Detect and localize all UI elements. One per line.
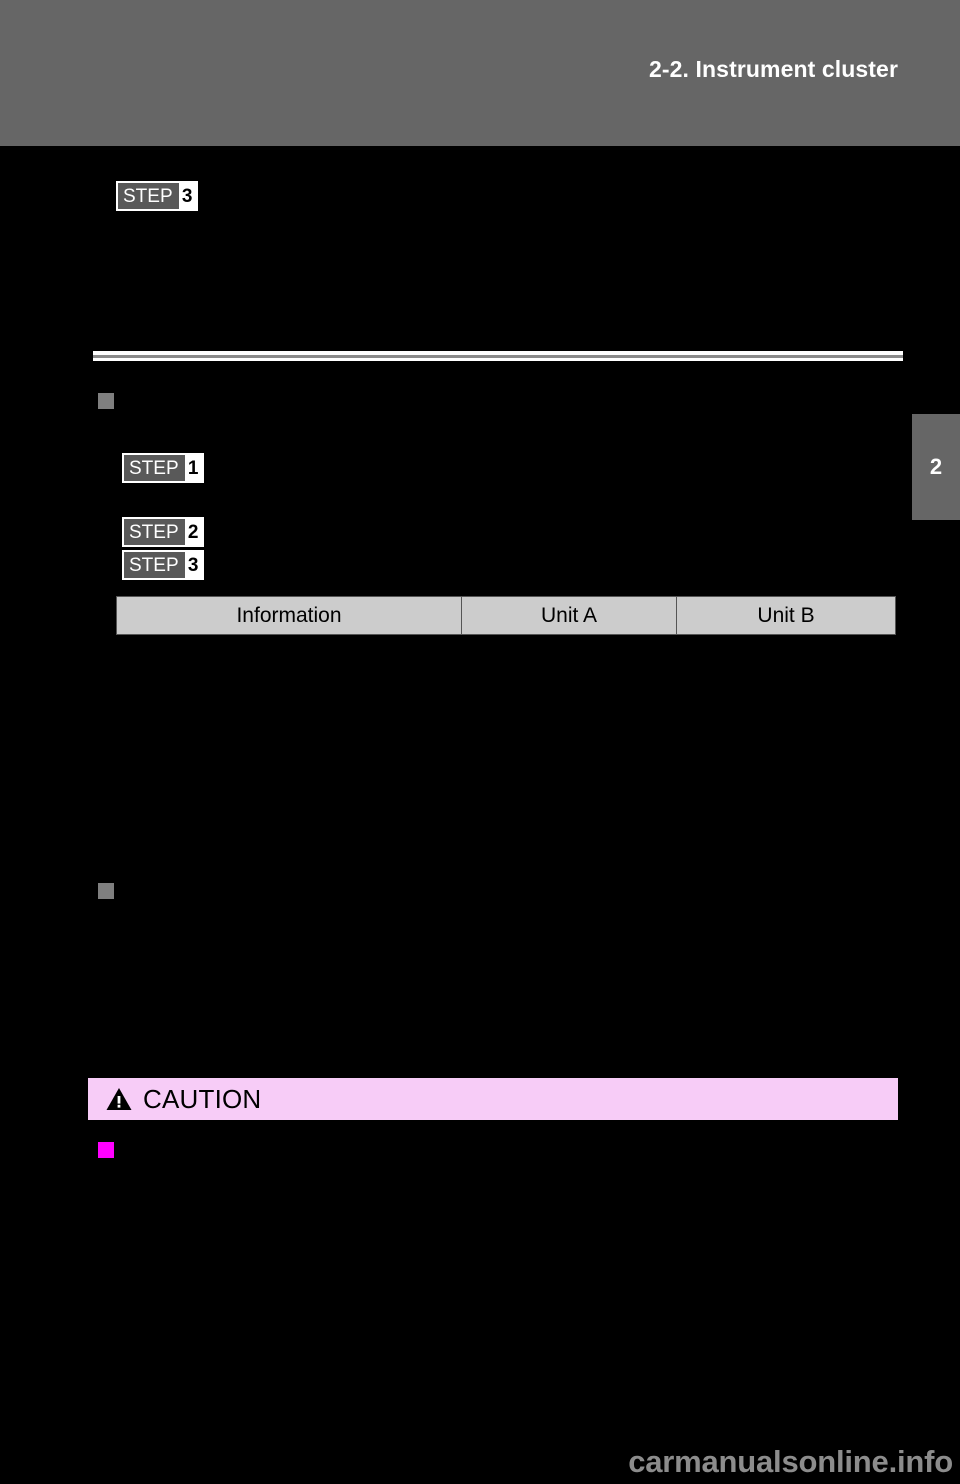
divider-line-bottom	[93, 358, 903, 361]
step-label: STEP	[124, 455, 185, 481]
site-watermark: carmanualsonline.info	[628, 1444, 953, 1479]
chapter-tab-number: 2	[929, 454, 943, 479]
page-title: 2-2. Instrument cluster	[649, 56, 898, 82]
section-bullet-marker-2	[98, 883, 114, 899]
page-header-band: 2-2. Instrument cluster	[0, 0, 960, 146]
section-bullet-marker-1	[98, 393, 114, 409]
table-header-unit-b: Unit B	[676, 596, 896, 635]
step-number: 2	[184, 519, 202, 545]
caution-label: CAUTION	[143, 1084, 262, 1114]
step-label: STEP	[118, 183, 179, 209]
chapter-tab-2[interactable]: 2	[912, 414, 960, 520]
step-badge-2: STEP 2	[122, 517, 204, 547]
step-number: 3	[178, 183, 196, 209]
caution-bullet-marker	[98, 1142, 114, 1158]
table-header-information: Information	[116, 596, 462, 635]
table-header-row: Information Unit A Unit B	[116, 596, 896, 635]
step-badge-top: STEP 3	[116, 181, 198, 211]
warning-triangle-icon	[106, 1088, 132, 1110]
caution-banner: CAUTION	[88, 1078, 898, 1120]
information-table: Information Unit A Unit B	[116, 596, 896, 635]
manual-page: 2-2. Instrument cluster 2 STEP 3 STEP 1 …	[0, 0, 960, 1484]
step-label: STEP	[124, 519, 185, 545]
section-divider	[93, 351, 903, 363]
table-header-unit-a: Unit A	[461, 596, 677, 635]
step-label: STEP	[124, 552, 185, 578]
step-badge-3: STEP 3	[122, 550, 204, 580]
step-number: 1	[184, 455, 202, 481]
step-number: 3	[184, 552, 202, 578]
step-badge-1: STEP 1	[122, 453, 204, 483]
